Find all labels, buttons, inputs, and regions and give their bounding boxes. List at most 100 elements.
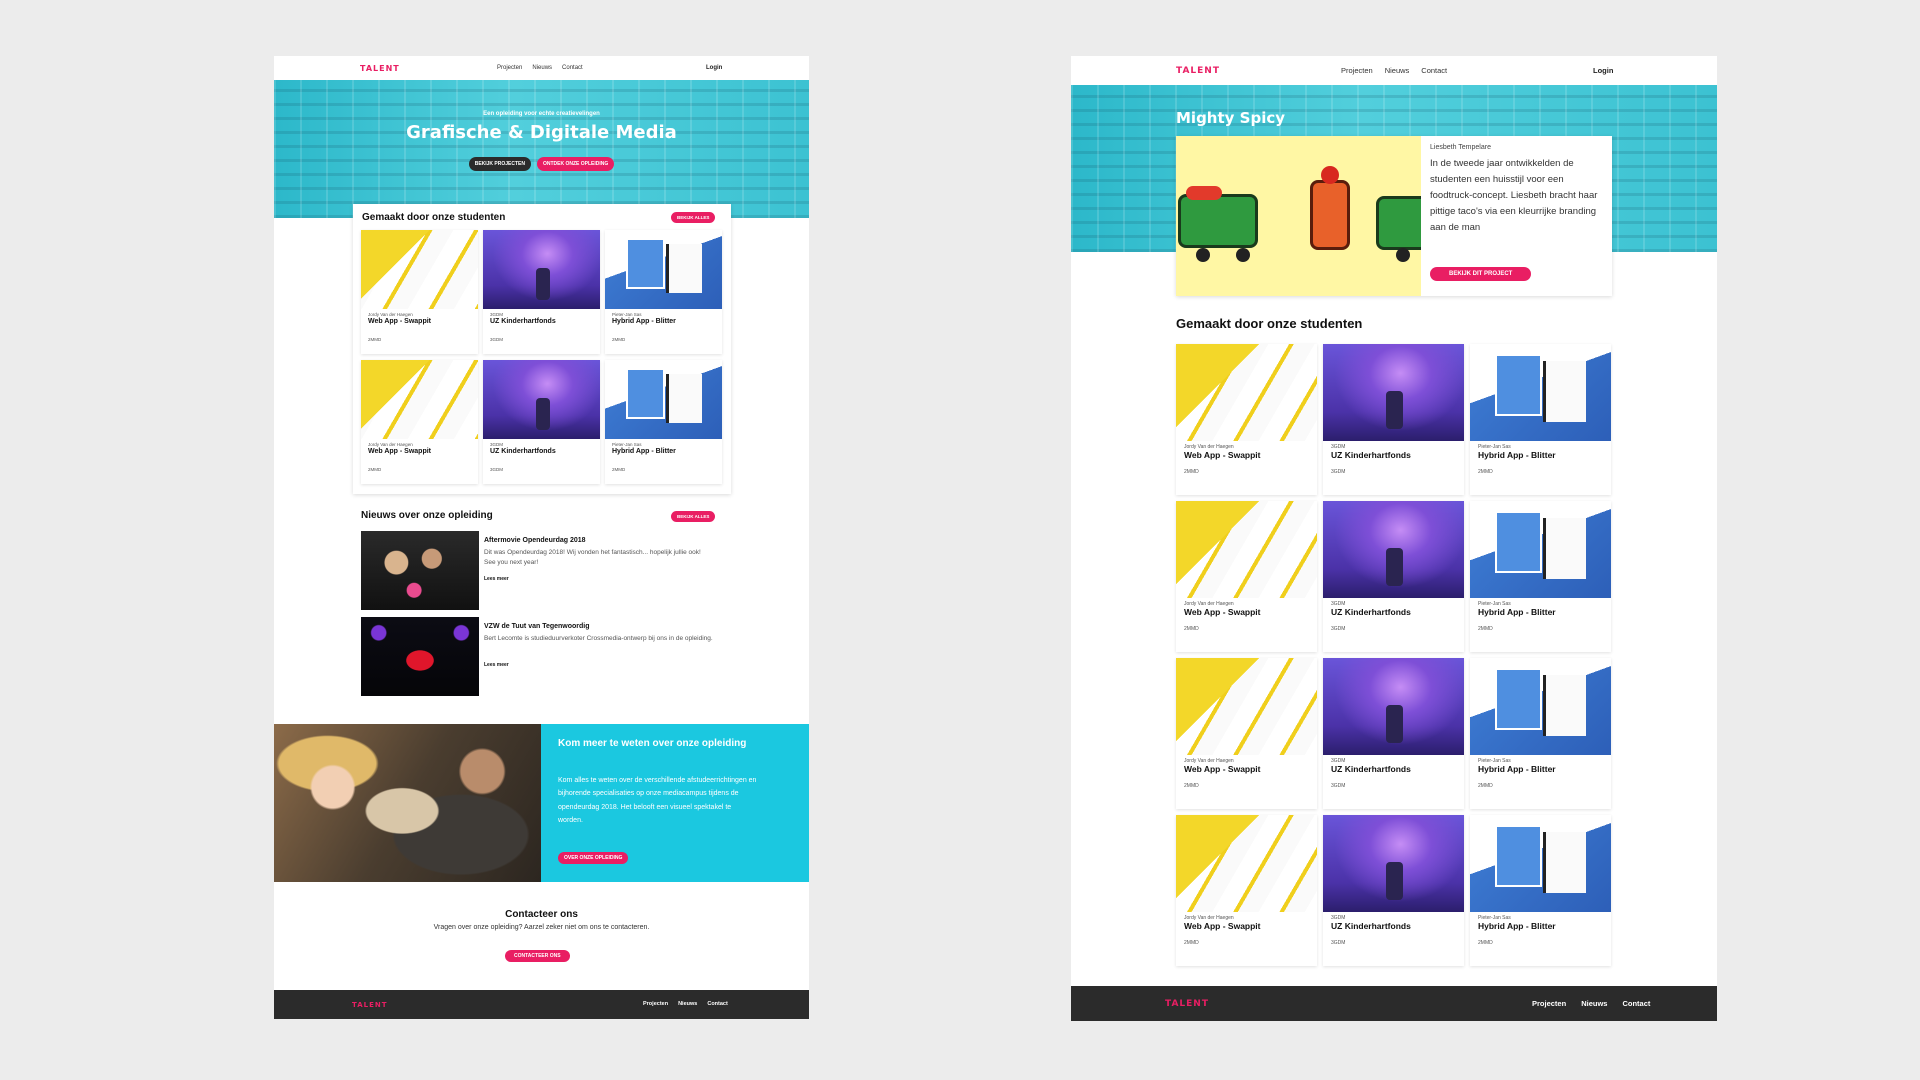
info-title: Kom meer te weten over onze opleiding xyxy=(558,738,747,749)
project-card[interactable]: 3GDM UZ Kinderhartfonds 3GDM xyxy=(483,230,600,354)
project-card[interactable]: Pieter-Jan Sas Hybrid App - Blitter 2MMD xyxy=(605,230,722,354)
project-card[interactable]: Jordy Van der Haegen Web App - Swappit 2MM… xyxy=(1176,501,1317,652)
project-thumbnail[interactable] xyxy=(1323,658,1464,755)
discover-education-button[interactable]: ONTDEK ONZE OPLEIDING xyxy=(537,157,615,171)
project-thumbnail[interactable] xyxy=(1470,344,1611,441)
project-card-title[interactable]: Hybrid App - Blitter xyxy=(1478,607,1556,617)
project-page-mockup: TALENT Projecten Nieuws Contact Login Mi… xyxy=(1071,56,1717,1021)
project-card[interactable]: 3GDM UZ Kinderhartfonds 3GDM xyxy=(483,360,600,484)
project-card-title[interactable]: UZ Kinderhartfonds xyxy=(1331,450,1411,460)
project-card[interactable]: Jordy Van der Haegen Web App - Swappit 2MM… xyxy=(1176,344,1317,495)
news-image-aftermovie[interactable] xyxy=(361,531,479,610)
project-thumbnail[interactable] xyxy=(1323,501,1464,598)
nav-projecten[interactable]: Projecten xyxy=(1341,66,1373,75)
project-card-tag: 3GDM xyxy=(1331,469,1346,475)
project-card-title[interactable]: UZ Kinderhartfonds xyxy=(490,448,556,455)
project-thumbnail[interactable] xyxy=(1323,344,1464,441)
view-all-projects-button[interactable]: BEKIJK ALLES xyxy=(671,212,716,223)
footer: TALENT Projecten Nieuws Contact xyxy=(1071,986,1717,1021)
project-thumbnail[interactable] xyxy=(483,360,600,439)
project-card-title[interactable]: Hybrid App - Blitter xyxy=(612,448,676,455)
project-card-title[interactable]: Web App - Swappit xyxy=(1184,450,1261,460)
project-thumbnail[interactable] xyxy=(361,360,478,439)
news-image-tuut[interactable] xyxy=(361,617,479,696)
project-card-title[interactable]: Hybrid App - Blitter xyxy=(1478,450,1556,460)
footer-projecten[interactable]: Projecten xyxy=(1532,999,1566,1008)
project-card-tag: 2MMD xyxy=(612,337,626,342)
view-projects-button[interactable]: BEKIJK PROJECTEN xyxy=(468,157,531,171)
project-thumbnail[interactable] xyxy=(1176,815,1317,912)
project-thumbnail[interactable] xyxy=(1470,501,1611,598)
view-project-button[interactable]: BEKIJK DIT PROJECT xyxy=(1430,267,1532,281)
news-title[interactable]: VZW de Tuut van Tegenwoordig xyxy=(484,623,590,630)
project-thumbnail[interactable] xyxy=(605,360,722,439)
project-card[interactable]: 3GDM UZ Kinderhartfonds 3GDM xyxy=(1323,815,1464,966)
projects-section: Gemaakt door onze studenten BEKIJK ALLES… xyxy=(353,204,731,494)
contact-button[interactable]: CONTACTEER ONS xyxy=(505,950,570,962)
project-thumbnail[interactable] xyxy=(1323,815,1464,912)
project-card-title[interactable]: Hybrid App - Blitter xyxy=(1478,764,1556,774)
view-all-news-button[interactable]: BEKIJK ALLES xyxy=(671,511,716,522)
footer-contact[interactable]: Contact xyxy=(707,1001,727,1007)
contact-title: Contacteer ons xyxy=(505,909,578,920)
project-card[interactable]: 3GDM UZ Kinderhartfonds 3GDM xyxy=(1323,344,1464,495)
project-card-tag: 2MMD xyxy=(1184,940,1199,946)
project-card[interactable]: Pieter-Jan Sas Hybrid App - Blitter 2MMD xyxy=(605,360,722,484)
read-more-link[interactable]: Lees meer xyxy=(484,662,509,668)
truck-left-shape xyxy=(1178,194,1258,248)
nav-contact[interactable]: Contact xyxy=(562,65,583,71)
project-card-title[interactable]: Web App - Swappit xyxy=(1184,764,1261,774)
about-education-button[interactable]: OVER ONZE OPLEIDING xyxy=(558,852,629,864)
project-card[interactable]: Pieter-Jan Sas Hybrid App - Blitter 2MMD xyxy=(1470,815,1611,966)
project-card[interactable]: Pieter-Jan Sas Hybrid App - Blitter 2MMD xyxy=(1470,501,1611,652)
footer-logo[interactable]: TALENT xyxy=(1165,999,1209,1009)
footer-links: Projecten Nieuws Contact xyxy=(643,1001,728,1007)
nav-projecten[interactable]: Projecten xyxy=(497,65,522,71)
project-card[interactable]: Jordy Van der Haegen Web App - Swappit 2MM… xyxy=(361,360,478,484)
footer-nieuws[interactable]: Nieuws xyxy=(1581,999,1607,1008)
project-card-title[interactable]: UZ Kinderhartfonds xyxy=(1331,921,1411,931)
project-card-title[interactable]: Web App - Swappit xyxy=(1184,607,1261,617)
project-card[interactable]: Jordy Van der Haegen Web App - Swappit 2MM… xyxy=(1176,815,1317,966)
footer-logo[interactable]: TALENT xyxy=(352,1001,388,1009)
project-card-tag: 2MMD xyxy=(1184,783,1199,789)
project-card-title[interactable]: UZ Kinderhartfonds xyxy=(1331,607,1411,617)
project-thumbnail[interactable] xyxy=(1470,658,1611,755)
project-card-title[interactable]: Web App - Swappit xyxy=(368,318,431,325)
footer-projecten[interactable]: Projecten xyxy=(643,1001,668,1007)
project-card[interactable]: 3GDM UZ Kinderhartfonds 3GDM xyxy=(1323,658,1464,809)
brand-logo[interactable]: TALENT xyxy=(1176,66,1220,76)
project-card[interactable]: Pieter-Jan Sas Hybrid App - Blitter 2MMD xyxy=(1470,344,1611,495)
project-card-title[interactable]: Web App - Swappit xyxy=(368,448,431,455)
project-thumbnail[interactable] xyxy=(1470,815,1611,912)
nav-contact[interactable]: Contact xyxy=(1421,66,1447,75)
login-link[interactable]: Login xyxy=(1593,66,1613,75)
project-thumbnail[interactable] xyxy=(605,230,722,309)
truck-right-shape xyxy=(1376,196,1421,250)
project-card[interactable]: Jordy Van der Haegen Web App - Swappit 2MM… xyxy=(1176,658,1317,809)
project-card-tag: 3GDM xyxy=(1331,783,1346,789)
read-more-link[interactable]: Lees meer xyxy=(484,576,509,582)
nav-nieuws[interactable]: Nieuws xyxy=(1385,66,1410,75)
project-thumbnail[interactable] xyxy=(1176,344,1317,441)
homepage-mockup: TALENT Projecten Nieuws Contact Login Ee… xyxy=(274,56,809,1019)
project-thumbnail[interactable] xyxy=(1176,658,1317,755)
nav-nieuws[interactable]: Nieuws xyxy=(532,65,552,71)
project-card-title[interactable]: Web App - Swappit xyxy=(1184,921,1261,931)
project-card-title[interactable]: Hybrid App - Blitter xyxy=(612,318,676,325)
project-card[interactable]: Jordy Van der Haegen Web App - Swappit 2MM… xyxy=(361,230,478,354)
wheel-shape xyxy=(1396,248,1410,262)
project-card[interactable]: Pieter-Jan Sas Hybrid App - Blitter 2MMD xyxy=(1470,658,1611,809)
login-link[interactable]: Login xyxy=(706,65,722,71)
footer-contact[interactable]: Contact xyxy=(1622,999,1650,1008)
brand-logo[interactable]: TALENT xyxy=(360,64,400,73)
project-card-title[interactable]: Hybrid App - Blitter xyxy=(1478,921,1556,931)
project-thumbnail[interactable] xyxy=(361,230,478,309)
footer-nieuws[interactable]: Nieuws xyxy=(678,1001,697,1007)
project-thumbnail[interactable] xyxy=(483,230,600,309)
project-thumbnail[interactable] xyxy=(1176,501,1317,598)
project-card[interactable]: 3GDM UZ Kinderhartfonds 3GDM xyxy=(1323,501,1464,652)
project-card-title[interactable]: UZ Kinderhartfonds xyxy=(490,318,556,325)
news-title[interactable]: Aftermovie Opendeurdag 2018 xyxy=(484,537,586,544)
project-card-title[interactable]: UZ Kinderhartfonds xyxy=(1331,764,1411,774)
